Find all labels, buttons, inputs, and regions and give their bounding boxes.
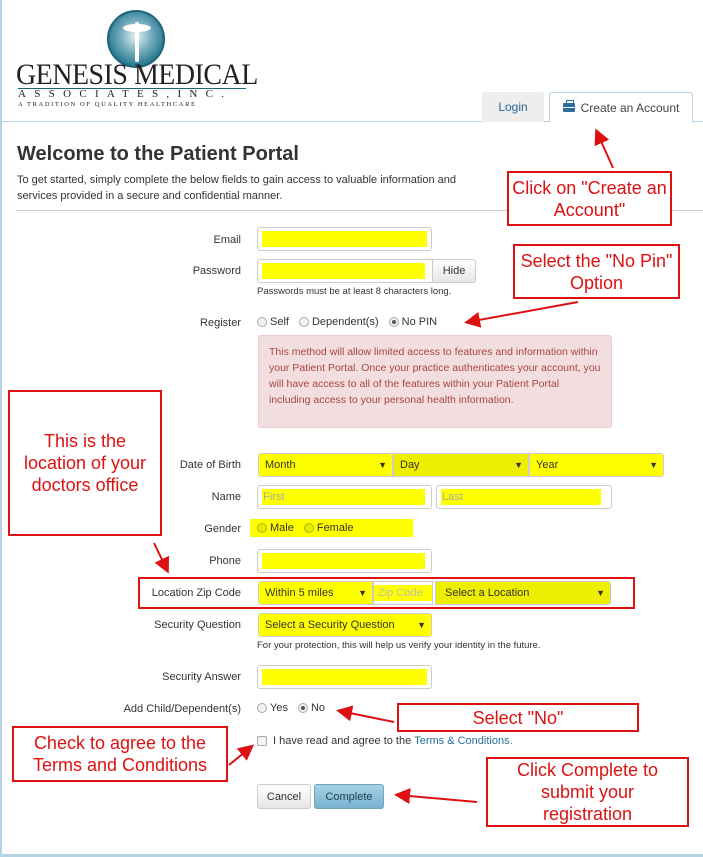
add-child-label: Add Child/Dependent(s): [123, 703, 241, 715]
chevron-down-icon: ▼: [378, 460, 387, 470]
zip-code-placeholder: Zip Code: [374, 585, 432, 601]
complete-button[interactable]: Complete: [314, 784, 384, 809]
register-no-pin-radio[interactable]: No PIN: [388, 316, 438, 328]
register-dependents-label: Dependent(s): [311, 316, 379, 328]
cancel-button[interactable]: Cancel: [257, 784, 311, 809]
last-name-field[interactable]: Last: [436, 485, 612, 509]
callout-select-no: Select "No": [397, 703, 639, 732]
chevron-down-icon: ▼: [649, 460, 658, 470]
dob-year-select[interactable]: Year ▼: [529, 453, 664, 477]
add-child-yes-label: Yes: [270, 702, 288, 714]
dob-month-select[interactable]: Month ▼: [258, 453, 393, 477]
security-answer-label: Security Answer: [162, 671, 241, 683]
add-child-no-label: No: [310, 702, 326, 714]
phone-label: Phone: [209, 555, 241, 567]
no-pin-notice: This method will allow limited access to…: [258, 335, 612, 428]
register-dependents-radio[interactable]: Dependent(s): [298, 316, 379, 328]
tab-login[interactable]: Login: [482, 92, 544, 122]
register-options: Self Dependent(s) No PIN: [257, 316, 443, 328]
dob-month-value: Month: [265, 459, 296, 471]
callout-create-account: Click on "Create an Account": [507, 171, 672, 226]
logo-tagline: A TRADITION OF QUALITY HEALTHCARE: [18, 101, 197, 108]
email-label: Email: [213, 234, 241, 246]
add-child-yes-radio[interactable]: Yes: [257, 702, 288, 714]
radius-value: Within 5 miles: [265, 587, 334, 599]
security-answer-field[interactable]: [257, 665, 432, 689]
password-field[interactable]: [257, 259, 433, 283]
intro-text: To get started, simply complete the belo…: [17, 174, 457, 202]
callout-no-pin: Select the "No Pin" Option: [513, 244, 680, 299]
register-no-pin-label: No PIN: [401, 316, 438, 328]
add-child-no-radio[interactable]: No: [297, 702, 326, 714]
chevron-down-icon: ▼: [514, 460, 523, 470]
logo-subname: ASSOCIATES,INC.: [18, 88, 233, 100]
tab-create-account[interactable]: Create an Account: [549, 92, 693, 123]
chevron-down-icon: ▼: [417, 620, 426, 630]
tab-login-label: Login: [498, 100, 528, 114]
callout-location: This is the location of your doctors off…: [8, 390, 162, 536]
gender-female-radio[interactable]: Female: [303, 522, 354, 534]
terms-text: I have read and agree to the: [273, 735, 412, 747]
tab-create-account-label: Create an Account: [580, 100, 680, 115]
chevron-down-icon: ▼: [358, 588, 367, 598]
gender-female-label: Female: [316, 522, 354, 534]
genesis-medical-logo: GENESIS MEDICAL ASSOCIATES,INC. A TRADIT…: [16, 8, 258, 112]
terms-row: I have read and agree to the Terms & Con…: [257, 735, 513, 747]
add-child-options: Yes No: [257, 702, 331, 714]
location-value: Select a Location: [445, 587, 530, 599]
first-name-placeholder: First: [262, 489, 425, 505]
password-help: Passwords must be at least 8 characters …: [257, 286, 452, 297]
first-name-field[interactable]: First: [257, 485, 432, 509]
callout-terms: Check to agree to the Terms and Conditio…: [12, 726, 228, 782]
terms-link[interactable]: Terms & Conditions.: [414, 735, 512, 747]
page-title: Welcome to the Patient Portal: [17, 143, 299, 165]
zip-code-field[interactable]: Zip Code: [373, 581, 433, 605]
terms-checkbox[interactable]: [257, 736, 267, 746]
security-question-select[interactable]: Select a Security Question ▼: [258, 613, 432, 637]
chevron-down-icon: ▼: [596, 588, 605, 598]
dob-day-select[interactable]: Day ▼: [393, 453, 529, 477]
email-field[interactable]: [257, 227, 432, 251]
register-self-radio[interactable]: Self: [257, 316, 289, 328]
security-question-value: Select a Security Question: [265, 619, 395, 631]
password-label: Password: [192, 265, 241, 277]
gender-male-radio[interactable]: Male: [257, 522, 294, 534]
location-select[interactable]: Select a Location ▼: [435, 581, 611, 605]
phone-field[interactable]: [257, 549, 432, 573]
register-label: Register: [200, 317, 241, 329]
gender-options: Male Female: [257, 522, 360, 534]
security-question-label: Security Question: [154, 619, 241, 631]
logo-name: GENESIS MEDICAL: [16, 58, 258, 91]
register-self-label: Self: [270, 316, 289, 328]
radius-select[interactable]: Within 5 miles ▼: [258, 581, 373, 605]
hide-password-button[interactable]: Hide: [432, 259, 476, 283]
briefcase-icon: [562, 100, 575, 112]
security-question-help: For your protection, this will help us v…: [257, 640, 541, 651]
dob-day-value: Day: [400, 459, 420, 471]
last-name-placeholder: Last: [441, 489, 601, 505]
gender-male-label: Male: [270, 522, 294, 534]
location-label: Location Zip Code: [151, 587, 241, 599]
dob-year-value: Year: [536, 459, 559, 471]
callout-complete: Click Complete to submit your registrati…: [486, 757, 689, 827]
